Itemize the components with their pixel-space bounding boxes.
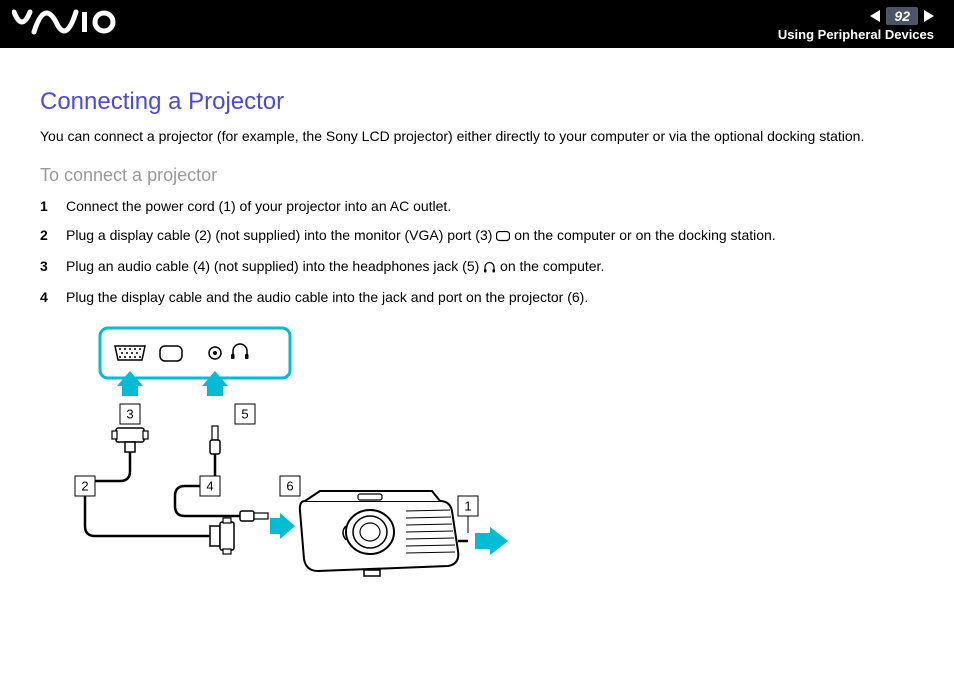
step-text: Connect the power cord (1) of your proje… [66,198,451,214]
callout-3: 3 [126,406,133,421]
nav-prev-icon[interactable] [870,10,880,22]
page-number: 92 [886,7,918,25]
steps-list: Connect the power cord (1) of your proje… [40,196,914,308]
page-nav: 92 [870,7,934,25]
callout-5: 5 [241,406,248,421]
step-text: on the computer. [496,258,604,274]
callout-4: 4 [206,478,213,493]
step-text: Plug an audio cable (4) (not supplied) i… [66,258,483,274]
nav-next-icon[interactable] [924,10,934,22]
header-right: 92 Using Peripheral Devices [778,7,934,42]
step-text: Plug a display cable (2) (not supplied) … [66,227,496,243]
callout-1: 1 [464,498,471,513]
header-bar: 92 Using Peripheral Devices [0,0,954,48]
connection-diagram: 3 5 2 [70,326,914,591]
page-title: Connecting a Projector [40,88,914,116]
step-text: on the computer or on the docking statio… [510,227,775,243]
headphones-icon [483,258,496,279]
monitor-icon [496,227,510,248]
projector-illustration [300,491,458,576]
step-text: Plug the display cable and the audio cab… [66,289,588,305]
vaio-logo [12,8,122,41]
content-area: Connecting a Projector You can connect a… [0,48,954,611]
step-item: Connect the power cord (1) of your proje… [40,196,914,217]
section-label: Using Peripheral Devices [778,27,934,42]
intro-text: You can connect a projector (for example… [40,126,914,147]
callout-6: 6 [286,478,293,493]
step-item: Plug the display cable and the audio cab… [40,287,914,308]
callout-2: 2 [81,478,88,493]
subheading: To connect a projector [40,165,914,186]
step-item: Plug an audio cable (4) (not supplied) i… [40,256,914,279]
step-item: Plug a display cable (2) (not supplied) … [40,225,914,248]
